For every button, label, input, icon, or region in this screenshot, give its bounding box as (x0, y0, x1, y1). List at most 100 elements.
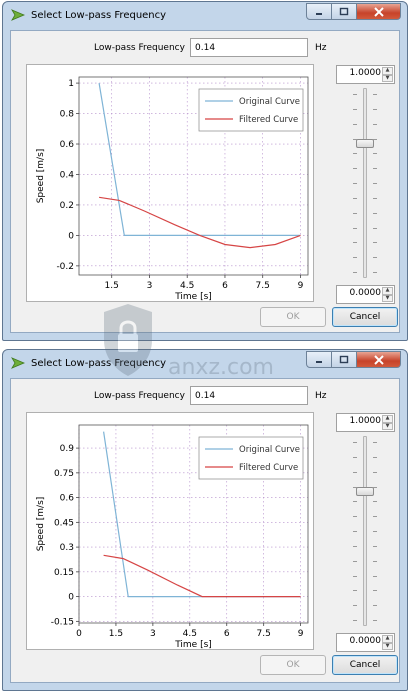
frequency-slider[interactable] (353, 88, 377, 278)
spin-up-button[interactable]: ▲ (382, 287, 393, 295)
slider-tick (353, 620, 357, 621)
slider-tick (373, 272, 377, 273)
frequency-slider[interactable] (353, 436, 377, 626)
speed-plot: 1.5 3 4.5 6 7.5 9 1 0.8 0.6 0.4 0.2 0 -0.2 Time [s] Sp… (26, 64, 314, 302)
max-value-input[interactable] (339, 68, 381, 78)
close-icon (373, 354, 384, 365)
slider-tick (373, 546, 377, 547)
cancel-button[interactable]: Cancel (332, 655, 398, 675)
maximize-icon (339, 7, 349, 15)
y-tick-label: 0.15 (54, 568, 74, 578)
slider-tick (373, 442, 377, 443)
slider-tick (373, 501, 377, 502)
spin-up-button[interactable]: ▲ (382, 415, 393, 423)
slider-track[interactable] (363, 436, 367, 626)
cancel-button[interactable]: Cancel (332, 307, 398, 327)
minimize-button[interactable] (306, 3, 332, 20)
slider-tick (353, 109, 357, 110)
slider-tick (353, 487, 357, 488)
slider-tick (353, 590, 357, 591)
slider-tick (353, 168, 357, 169)
speed-chart: 1.5 3 4.5 6 7.5 9 1 0.8 0.6 0.4 0.2 0 -0.2 Time [s] Sp… (36, 76, 309, 301)
slider-tick (373, 139, 377, 140)
frequency-label: Low-pass Frequency (94, 391, 185, 401)
min-spinbox[interactable]: ▲▼ (336, 285, 395, 304)
speed-chart: 0 1.5 3 4.5 6 7.5 90.90.750.60.450.30.150-0.15… (36, 424, 309, 649)
frequency-input[interactable] (190, 38, 308, 57)
spin-up-button[interactable]: ▲ (382, 67, 393, 75)
spin-up-button[interactable]: ▲ (382, 635, 393, 643)
max-spinbox[interactable]: ▲▼ (336, 65, 395, 84)
slider-tick (353, 257, 357, 258)
x-tick-label: 7.5 (257, 629, 271, 639)
x-tick-label: 6 (224, 629, 230, 639)
slider-tick (373, 168, 377, 169)
min-value-input[interactable] (339, 288, 381, 298)
min-spinbox[interactable]: ▲▼ (336, 633, 395, 652)
slider-tick (353, 213, 357, 214)
slider-tick (353, 272, 357, 273)
slider-tick (353, 183, 357, 184)
slider-tick (353, 576, 357, 577)
slider-tick (353, 561, 357, 562)
y-axis-label: Speed [m/s] (36, 149, 46, 204)
minimize-button[interactable] (306, 351, 332, 368)
slider-tick (373, 109, 377, 110)
minimize-icon (316, 360, 322, 363)
max-spinbox[interactable]: ▲▼ (336, 413, 395, 432)
slider-tick (373, 153, 377, 154)
slider-tick (353, 546, 357, 547)
legend-label: Filtered Curve (239, 115, 298, 125)
slider-tick (373, 198, 377, 199)
slider-tick (353, 228, 357, 229)
slider-thumb[interactable] (356, 487, 374, 496)
y-axis-label: Speed [m/s] (36, 497, 46, 552)
y-tick-label: -0.2 (56, 262, 74, 272)
slider-tick (353, 94, 357, 95)
slider-tick (373, 228, 377, 229)
ok-button[interactable]: OK (260, 307, 326, 327)
lowpass-dialog: Select Low-pass Frequency Low-pass Frequ… (2, 349, 408, 691)
slider-thumb[interactable] (356, 139, 374, 148)
y-tick-label: 0.45 (54, 518, 74, 528)
x-tick-label: 3 (150, 629, 156, 639)
hz-unit-label: Hz (315, 391, 327, 401)
maximize-button[interactable] (332, 3, 357, 20)
spin-down-button[interactable]: ▼ (382, 422, 393, 430)
close-button[interactable] (357, 351, 401, 368)
slider-tick (373, 487, 377, 488)
slider-tick (373, 257, 377, 258)
maximize-button[interactable] (332, 351, 357, 368)
x-tick-label: 4.5 (183, 629, 197, 639)
minimize-icon (316, 12, 322, 15)
spin-down-button[interactable]: ▼ (382, 294, 393, 302)
y-tick-label: 0.3 (60, 543, 74, 553)
y-tick-label: 0.75 (54, 469, 74, 479)
x-tick-label: 9 (298, 281, 304, 291)
slider-track[interactable] (363, 88, 367, 278)
y-tick-label: 0 (68, 231, 74, 241)
hz-unit-label: Hz (315, 43, 327, 53)
dialog-body: Low-pass Frequency Hz 0 1.5 3 4.5 6 7.5 9 0.9 0.… (10, 378, 400, 683)
min-value-input[interactable] (339, 636, 381, 646)
title-bar[interactable]: Select Low-pass Frequency (3, 2, 407, 29)
slider-tick (373, 213, 377, 214)
x-axis-label: Time [s] (174, 640, 212, 649)
y-tick-label: 0.6 (60, 140, 75, 150)
slider-tick (373, 576, 377, 577)
slider-tick (353, 242, 357, 243)
x-tick-label: 4.5 (180, 281, 194, 291)
y-tick-label: 0 (68, 593, 74, 603)
close-button[interactable] (357, 3, 401, 20)
spin-down-button[interactable]: ▼ (382, 74, 393, 82)
spin-down-button[interactable]: ▼ (382, 642, 393, 650)
title-bar[interactable]: Select Low-pass Frequency (3, 350, 407, 377)
slider-tick (353, 501, 357, 502)
frequency-input[interactable] (190, 386, 308, 405)
ok-button[interactable]: OK (260, 655, 326, 675)
lowpass-dialog: Select Low-pass Frequency Low-pass Frequ… (2, 1, 408, 341)
max-value-input[interactable] (339, 416, 381, 426)
x-axis-label: Time [s] (174, 292, 212, 301)
y-tick-label: 0.6 (60, 494, 75, 504)
window-title: Select Low-pass Frequency (31, 358, 167, 369)
